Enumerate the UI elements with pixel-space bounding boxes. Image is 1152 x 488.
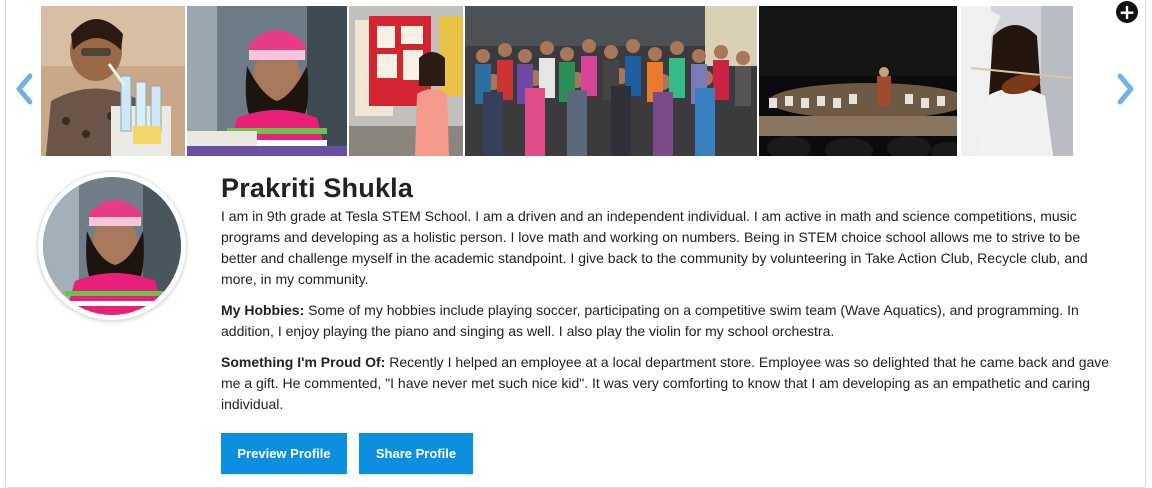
hobbies-label: My Hobbies:	[221, 302, 305, 318]
plus-circle-icon[interactable]: +	[1116, 1, 1138, 23]
gallery-photo-orchestra[interactable]	[759, 6, 957, 156]
proud-section: Something I'm Proud Of: Recently I helpe…	[221, 352, 1113, 415]
profile-photo	[43, 177, 181, 315]
hobbies-section: My Hobbies: Some of my hobbies include p…	[221, 300, 1113, 342]
proud-label: Something I'm Proud Of:	[221, 354, 386, 370]
gallery-photo-science-fair[interactable]	[349, 6, 463, 156]
chevron-right-icon[interactable]	[1114, 72, 1136, 106]
gallery-photo-violin[interactable]	[961, 6, 1073, 156]
gallery-photo-group[interactable]	[465, 6, 757, 156]
preview-profile-button[interactable]: Preview Profile	[221, 433, 347, 474]
share-profile-button[interactable]: Share Profile	[359, 433, 473, 474]
profile-actions: Preview Profile Share Profile	[221, 433, 473, 474]
profile-bio: I am in 9th grade at Tesla STEM School. …	[221, 208, 1088, 287]
profile-name: Prakriti Shukla	[221, 173, 414, 203]
gallery-photo-lab[interactable]	[41, 6, 185, 156]
gallery-photo-beanie[interactable]	[187, 6, 347, 156]
hobbies-text: Some of my hobbies include playing socce…	[221, 302, 1079, 339]
chevron-left-icon[interactable]	[14, 72, 36, 106]
avatar	[38, 172, 186, 320]
profile-content: Prakriti Shukla I am in 9th grade at Tes…	[221, 172, 1121, 415]
